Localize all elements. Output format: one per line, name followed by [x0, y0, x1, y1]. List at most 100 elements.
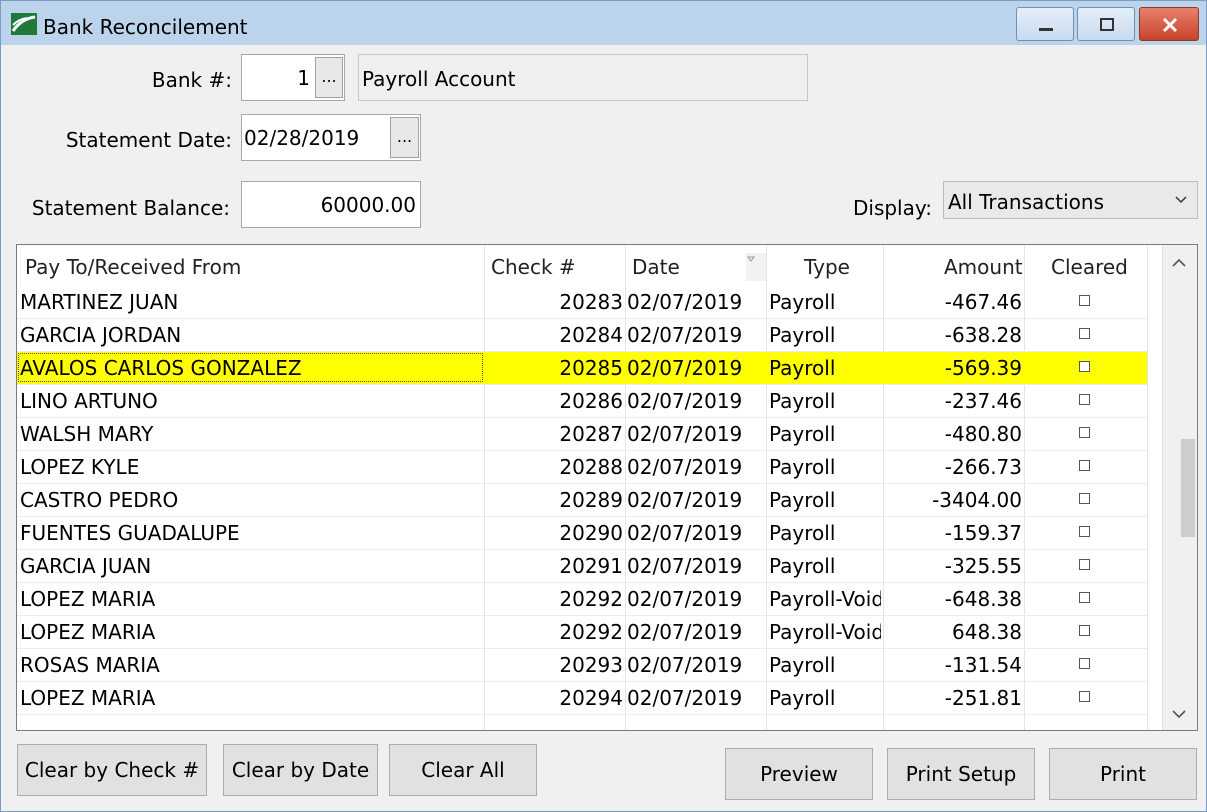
cleared-checkbox[interactable]: [1079, 295, 1090, 306]
cell-type: Payroll: [769, 653, 836, 677]
cell-date: 02/07/2019: [627, 290, 743, 314]
cleared-checkbox[interactable]: [1079, 493, 1090, 504]
cell-pay-to: GARCIA JORDAN: [20, 323, 182, 347]
cleared-checkbox[interactable]: [1079, 460, 1090, 471]
table-row[interactable]: LOPEZ MARIA 2029202/07/2019 Payroll-Voided…: [17, 583, 1147, 616]
cleared-checkbox[interactable]: [1079, 361, 1090, 372]
title-bar[interactable]: Bank Reconcilement: [1, 1, 1206, 45]
cell-pay-to: LINO ARTUNO: [20, 389, 158, 413]
cell-pay-to: LOPEZ MARIA: [20, 587, 156, 611]
sort-indicator-icon: [746, 253, 766, 281]
column-header-check[interactable]: Check #: [491, 255, 576, 279]
cell-amount: -131.54: [944, 653, 1022, 677]
statement-balance-label: Statement Balance:: [31, 196, 230, 220]
table-row[interactable]: LOPEZ MARIA 2029202/07/2019 Payroll-Voided…: [17, 616, 1147, 649]
display-select[interactable]: All Transactions: [943, 181, 1198, 219]
print-setup-label: Print Setup: [905, 762, 1017, 786]
cell-date: 02/07/2019: [627, 653, 743, 677]
table-row[interactable]: LOPEZ MARIA 20294 02/07/2019 Payroll -251.81: [17, 682, 1147, 715]
cleared-checkbox[interactable]: [1079, 394, 1090, 405]
cell-date: 02/07/2019: [627, 554, 743, 578]
cleared-checkbox[interactable]: [1079, 658, 1090, 669]
cleared-checkbox[interactable]: [1079, 625, 1090, 636]
cell-amount: -480.80: [944, 422, 1022, 446]
cell-check-number: 20292: [559, 587, 623, 611]
scroll-down-arrow-icon[interactable]: [1172, 710, 1186, 718]
table-row[interactable]: LOPEZ KYLE 20288 02/07/2019 Payroll -266.73: [17, 451, 1147, 484]
cell-type: Payroll: [769, 488, 836, 512]
transactions-grid[interactable]: Pay To/Received From Check # Date Type A…: [16, 244, 1198, 731]
bank-lookup-button[interactable]: ...: [315, 57, 343, 98]
cleared-checkbox[interactable]: [1079, 328, 1090, 339]
scroll-up-arrow-icon[interactable]: [1172, 259, 1186, 267]
column-header-type[interactable]: Type: [804, 255, 850, 279]
print-button[interactable]: Print: [1049, 748, 1197, 800]
maximize-button[interactable]: [1077, 7, 1135, 41]
cell-type: Payroll: [769, 422, 836, 446]
cell-type: Payroll: [769, 554, 836, 578]
column-header-pay-to[interactable]: Pay To/Received From: [25, 255, 241, 279]
cleared-checkbox[interactable]: [1079, 559, 1090, 570]
cell-date: 02/07/2019: [627, 422, 743, 446]
cell-date: 02/07/2019: [627, 587, 743, 611]
column-header-amount[interactable]: Amount: [944, 255, 1023, 279]
preview-button[interactable]: Preview: [725, 748, 873, 800]
table-row[interactable]: LINO ARTUNO 20286 02/07/2019 Payroll -237.46: [17, 385, 1147, 418]
cell-amount: -569.39: [944, 356, 1022, 380]
clear-by-check-button[interactable]: Clear by Check #: [17, 744, 207, 796]
cell-date: 02/07/2019: [627, 620, 743, 644]
statement-date-picker-button[interactable]: ...: [390, 117, 419, 158]
cell-amount: -638.28: [944, 323, 1022, 347]
clear-all-label: Clear All: [421, 758, 505, 782]
cell-amount: -325.55: [944, 554, 1022, 578]
display-selected-value: All Transactions: [948, 190, 1104, 214]
bank-label: Bank #:: [151, 68, 232, 92]
column-header-date[interactable]: Date: [632, 255, 680, 279]
app-logo-icon: [11, 13, 37, 35]
table-row[interactable]: AVALOS CARLOS GONZALEZ 20285 02/07/2019 Pay…: [17, 352, 1147, 385]
column-header-cleared[interactable]: Cleared: [1051, 255, 1128, 279]
cell-amount: -467.46: [944, 290, 1022, 314]
statement-date-value: 02/28/2019: [244, 125, 360, 150]
cell-check-number: 20287: [559, 422, 623, 446]
bank-name-field: Payroll Account: [358, 54, 808, 101]
focus-rectangle: [18, 353, 483, 382]
statement-balance-value: 60000.00: [320, 192, 416, 217]
cleared-checkbox[interactable]: [1079, 691, 1090, 702]
close-icon: [1162, 17, 1178, 33]
table-row[interactable]: CASTRO PEDRO 20289 02/07/2019 Payroll -3404.…: [17, 484, 1147, 517]
statement-balance-input[interactable]: 60000.00: [241, 181, 421, 228]
cell-check-number: 20291: [559, 554, 623, 578]
cell-check-number: 20293: [559, 653, 623, 677]
table-row[interactable]: GARCIA JUAN 20291 02/07/2019 Payroll -325.55: [17, 550, 1147, 583]
display-label: Display:: [852, 196, 932, 220]
cell-check-number: 20285: [559, 356, 623, 380]
window-title: Bank Reconcilement: [43, 15, 248, 39]
clear-by-date-button[interactable]: Clear by Date: [223, 744, 378, 796]
table-row[interactable]: GARCIA JORDAN 20284 02/07/2019 Payroll -638.…: [17, 319, 1147, 352]
table-row[interactable]: MARTINEZ JUAN 20283 02/07/2019 Payroll -467.…: [17, 286, 1147, 319]
chevron-down-icon: [1175, 196, 1187, 204]
cleared-checkbox[interactable]: [1079, 592, 1090, 603]
print-label: Print: [1099, 762, 1146, 786]
table-row[interactable]: ROSAS MARIA 20293 02/07/2019 Payroll -131.54: [17, 649, 1147, 682]
cell-type: Payroll: [769, 455, 836, 479]
print-setup-button[interactable]: Print Setup: [887, 748, 1035, 800]
cell-check-number: 20283: [559, 290, 623, 314]
cleared-checkbox[interactable]: [1079, 526, 1090, 537]
cell-date: 02/07/2019: [627, 686, 743, 710]
bank-number-value: 1: [297, 65, 310, 90]
cleared-checkbox[interactable]: [1079, 427, 1090, 438]
minimize-button[interactable]: [1016, 7, 1074, 41]
clear-all-button[interactable]: Clear All: [389, 744, 537, 796]
cell-check-number: 20290: [559, 521, 623, 545]
cell-type: Payroll: [769, 290, 836, 314]
preview-label: Preview: [760, 762, 838, 786]
close-button[interactable]: [1139, 7, 1199, 41]
table-row[interactable]: WALSH MARY 20287 02/07/2019 Payroll -480.80: [17, 418, 1147, 451]
vertical-scrollbar[interactable]: [1162, 245, 1197, 730]
table-row[interactable]: FUENTES GUADALUPE 20290 02/07/2019 Payroll -…: [17, 517, 1147, 550]
scrollbar-thumb[interactable]: [1181, 439, 1195, 537]
cell-amount: -159.37: [944, 521, 1022, 545]
cell-type: Payroll: [769, 686, 836, 710]
